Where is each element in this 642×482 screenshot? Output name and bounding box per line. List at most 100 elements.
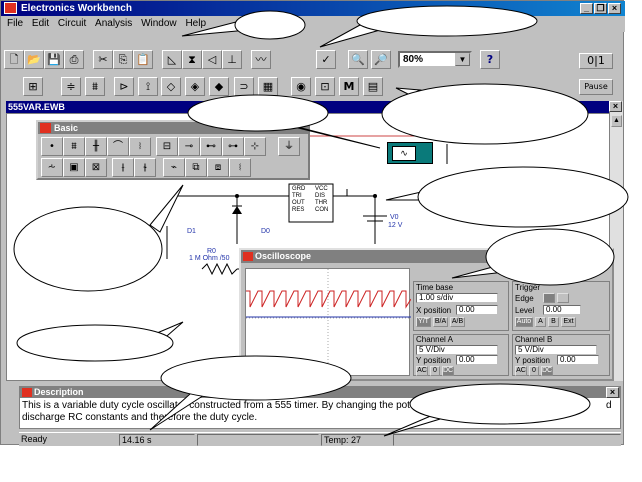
sources-icon[interactable]: ≑ [61, 77, 81, 96]
new-file-icon[interactable]: 🗋 [4, 50, 24, 69]
flip-horizontal-icon[interactable]: ⧗ [182, 50, 202, 69]
digital-ics-icon[interactable]: ◆ [209, 77, 229, 96]
nonlinear-transformer-icon[interactable]: ⧈ [207, 158, 229, 177]
miscellaneous-icon[interactable]: M [339, 77, 359, 96]
component-properties-icon[interactable]: ✓ [316, 50, 336, 69]
variable-inductor-icon[interactable]: ⌁ [163, 158, 185, 177]
copy-icon[interactable]: ⎘ [113, 50, 133, 69]
mode-ab-button[interactable]: A/B [450, 317, 465, 327]
time-base-field[interactable]: 1.00 s/div [416, 293, 498, 303]
pin-label: THR [315, 200, 328, 206]
channel-b-dc-button[interactable]: DC [541, 366, 553, 376]
inductor-icon[interactable]: ⌒ [107, 137, 129, 156]
relay-icon[interactable]: ⊟ [156, 137, 178, 156]
waveform-display [246, 269, 411, 377]
zoom-in-icon[interactable]: 🔎 [371, 50, 391, 69]
trigger-ext-button[interactable]: Ext [561, 317, 576, 327]
close-button[interactable]: × [608, 3, 621, 14]
capacitor-icon[interactable]: ╫ [85, 137, 107, 156]
parts-bin-icon[interactable]: ⊞ [23, 77, 43, 96]
menu-file[interactable]: File [7, 18, 23, 29]
cut-icon[interactable]: ✂ [93, 50, 113, 69]
basic-icon[interactable]: ⩩ [85, 77, 105, 96]
transistors-icon[interactable]: ⟟ [138, 77, 158, 96]
channel-b-ac-button[interactable]: AC [515, 366, 527, 376]
diodes-icon[interactable]: ⊳ [114, 77, 134, 96]
menu-help[interactable]: Help [185, 18, 206, 29]
save-icon[interactable]: 💾 [44, 50, 64, 69]
document-close-button[interactable]: × [609, 101, 622, 112]
transformer-icon[interactable]: ⧘ [129, 137, 151, 156]
oscilloscope-instrument-icon[interactable]: ∿ [387, 142, 433, 164]
trigger-auto-button[interactable]: Auto [515, 317, 533, 327]
subcircuit-icon[interactable]: ⊥ [222, 50, 242, 69]
y-position-b-field[interactable]: 0.00 [557, 355, 599, 365]
instruments-icon[interactable]: ▤ [363, 77, 383, 96]
magnetic-core-icon[interactable]: ⧉ [185, 158, 207, 177]
description-close-button[interactable]: × [606, 387, 619, 398]
trigger-b-button[interactable]: B [548, 317, 559, 327]
pullup-resistor-icon[interactable]: ⏚ [278, 137, 300, 156]
channel-a-dc-button[interactable]: DC [442, 366, 454, 376]
variable-capacitor-icon[interactable]: ⫲ [112, 158, 134, 177]
expand-button[interactable]: Expand [513, 272, 540, 281]
help-button[interactable]: ? [480, 50, 500, 69]
description-panel: Description This is a variable duty cycl… [19, 386, 621, 429]
indicators-icon[interactable]: ◉ [291, 77, 311, 96]
channel-b-zero-button[interactable]: 0 [529, 366, 539, 376]
pause-button[interactable]: Pause [579, 79, 613, 95]
connector-icon[interactable]: • [41, 137, 63, 156]
scroll-up-icon[interactable]: ▲ [611, 115, 622, 127]
coil-icon[interactable]: ⧙ [229, 158, 251, 177]
mode-yt-button[interactable]: Y/T [416, 317, 431, 327]
open-folder-icon[interactable]: 📂 [24, 50, 44, 69]
switch-icon[interactable]: ⊸ [178, 137, 200, 156]
edge-falling-icon[interactable] [557, 293, 569, 303]
description-text: This is a variable duty cycle oscillator… [22, 400, 618, 424]
level-field[interactable]: 0.00 [543, 305, 581, 315]
resistor-pack-icon[interactable]: ▣ [63, 158, 85, 177]
controls-icon[interactable]: ⊡ [315, 77, 335, 96]
rotate-icon[interactable]: ◺ [162, 50, 182, 69]
flip-vertical-icon[interactable]: ◁ [202, 50, 222, 69]
channel-b-scale-field[interactable]: 5 V/Div [515, 345, 597, 355]
menu-edit[interactable]: Edit [32, 18, 49, 29]
d0-label: D0 [261, 228, 270, 235]
switch-matrix-icon[interactable]: ⊠ [85, 158, 107, 177]
status-time: 14.16 s [119, 434, 195, 446]
channel-a-scale-field[interactable]: 5 V/Div [416, 345, 498, 355]
digital-icon[interactable]: ▦ [258, 77, 278, 96]
menu-circuit[interactable]: Circuit [58, 18, 86, 29]
logic-gates-icon[interactable]: ⊃ [234, 77, 254, 96]
print-icon[interactable]: ⎙ [64, 50, 84, 69]
diode-symbol[interactable] [232, 206, 242, 214]
analog-ics-icon[interactable]: ◇ [161, 77, 181, 96]
power-switch-icon[interactable]: 0|1 [579, 53, 613, 69]
chevron-down-icon[interactable]: ▼ [455, 53, 470, 66]
zoom-out-icon[interactable]: 🔍 [348, 50, 368, 69]
graph-icon[interactable]: 〰 [251, 50, 271, 69]
y-position-a-field[interactable]: 0.00 [456, 355, 498, 365]
basic-parts-palette: Basic • ⩩ ╫ ⌒ ⧘ ⊟ ⊸ ⊷ ⊶ ⊹ ⏚ ⩪ ▣ ⊠ ⫲ ⫳ ⌁ … [36, 120, 310, 180]
time-switch-icon[interactable]: ⊷ [200, 137, 222, 156]
potentiometer-icon[interactable]: ⩪ [41, 158, 63, 177]
v0-label: V0 [390, 214, 399, 221]
menu-analysis[interactable]: Analysis [95, 18, 132, 29]
channel-a-ac-button[interactable]: AC [416, 366, 428, 376]
paste-icon[interactable]: 📋 [133, 50, 153, 69]
mixed-ics-icon[interactable]: ◈ [185, 77, 205, 96]
trigger-a-button[interactable]: A [535, 317, 546, 327]
resistor-icon[interactable]: ⩩ [63, 137, 85, 156]
menu-window[interactable]: Window [141, 18, 177, 29]
polarized-capacitor-icon[interactable]: ⫳ [134, 158, 156, 177]
resistor-symbol[interactable] [201, 262, 238, 276]
current-switch-icon[interactable]: ⊹ [244, 137, 266, 156]
edge-rising-icon[interactable] [543, 293, 555, 303]
channel-a-zero-button[interactable]: 0 [430, 366, 440, 376]
minimize-button[interactable]: _ [580, 3, 593, 14]
restore-button[interactable]: ❐ [594, 3, 607, 14]
mode-ba-button[interactable]: B/A [433, 317, 448, 327]
x-position-field[interactable]: 0.00 [456, 305, 498, 315]
app-window: Electronics Workbench _ ❐ × File Edit Ci… [0, 0, 625, 446]
voltage-switch-icon[interactable]: ⊶ [222, 137, 244, 156]
